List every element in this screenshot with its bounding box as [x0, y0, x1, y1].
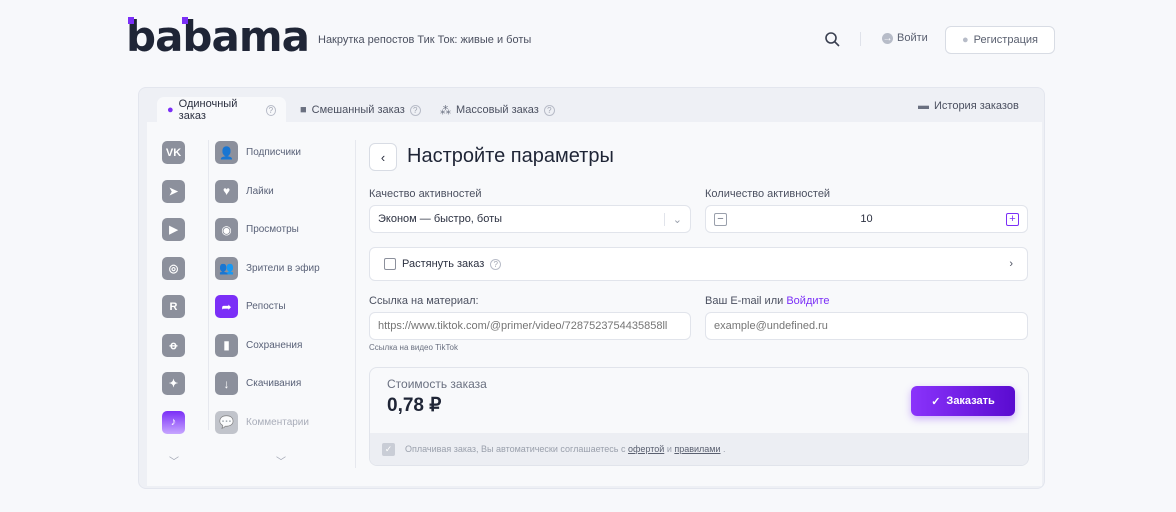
- rules-link[interactable]: правилами: [674, 444, 720, 454]
- plus-button[interactable]: +: [1006, 212, 1019, 226]
- telegram-icon[interactable]: ➤: [162, 179, 185, 203]
- cubes-icon: ⁂: [440, 104, 451, 117]
- comment-icon: 💬: [215, 410, 238, 434]
- email-input[interactable]: [705, 312, 1028, 340]
- help-icon[interactable]: ?: [543, 104, 555, 116]
- stretch-order-toggle[interactable]: Растянуть заказ? ›: [369, 247, 1028, 281]
- divider: [860, 32, 861, 46]
- heart-icon: ♥: [215, 179, 238, 203]
- history-icon: ▬: [918, 100, 929, 112]
- cost-value: 0,78 ₽: [387, 395, 442, 416]
- service-label: Просмотры: [246, 224, 299, 235]
- offer-link[interactable]: офертой: [628, 444, 664, 454]
- chevron-left-icon: ‹: [380, 149, 386, 165]
- service-item[interactable]: ♥ Лайки: [215, 179, 274, 203]
- service-label: Зрители в эфир: [246, 262, 320, 274]
- service-item[interactable]: ➦ Репосты: [215, 295, 286, 318]
- link-hint: Ссылка на видео TikTok: [369, 343, 458, 352]
- register-button[interactable]: ● Регистрация: [945, 26, 1055, 54]
- help-icon[interactable]: ?: [409, 104, 421, 116]
- logo[interactable]: babama: [126, 12, 310, 61]
- tab-single-order[interactable]: ● Одиночный заказ?: [157, 97, 286, 123]
- download-icon: ↓: [215, 372, 238, 395]
- instagram-icon[interactable]: ◎: [162, 256, 185, 280]
- minus-button[interactable]: −: [714, 212, 727, 226]
- youtube-icon[interactable]: ▶: [162, 218, 185, 241]
- networks-more-chevron-icon[interactable]: ﹀: [169, 453, 179, 468]
- tab-mixed-order[interactable]: ■ Смешанный заказ?: [290, 97, 431, 123]
- service-label: Комментарии: [246, 416, 309, 428]
- service-item[interactable]: 👤 Подписчики: [215, 141, 301, 164]
- vk-icon[interactable]: VK: [162, 141, 185, 164]
- cost-label: Стоимость заказа: [387, 377, 487, 391]
- users-icon: 👥: [215, 256, 238, 280]
- agreement: ✓ Оплачивая заказ, Вы автоматически согла…: [370, 433, 1028, 465]
- login-button[interactable]: → Войти: [882, 32, 928, 44]
- email-label: Ваш E-mail или Войдите: [705, 295, 830, 307]
- order-history-link[interactable]: ▬ История заказов: [918, 100, 1019, 112]
- search-icon[interactable]: [824, 31, 840, 47]
- service-label: Сохранения: [246, 339, 303, 351]
- help-icon[interactable]: ?: [490, 258, 502, 270]
- quantity-label: Количество активностей: [705, 188, 831, 200]
- help-icon[interactable]: ?: [265, 104, 276, 116]
- service-item[interactable]: 👥 Зрители в эфир: [215, 256, 320, 280]
- cube-icon: ■: [300, 104, 307, 116]
- bookmark-icon: ▮: [215, 333, 238, 357]
- page-title: Настройте параметры: [407, 145, 614, 167]
- link-input[interactable]: [369, 312, 691, 340]
- quantity-stepper[interactable]: −10 +: [705, 205, 1028, 233]
- stretch-checkbox[interactable]: [384, 258, 396, 270]
- service-label: Скачивания: [246, 378, 302, 389]
- rutube-icon[interactable]: R: [162, 295, 185, 318]
- service-label: Лайки: [246, 185, 274, 197]
- tab-mass-order[interactable]: ⁂ Массовый заказ?: [430, 97, 565, 123]
- divider: [208, 140, 209, 430]
- login-icon: →: [882, 32, 893, 44]
- login-link[interactable]: Войдите: [786, 295, 829, 307]
- service-label: Подписчики: [246, 147, 302, 158]
- eye-icon: ◉: [215, 218, 238, 241]
- check-icon: ✓: [931, 395, 941, 408]
- quality-select[interactable]: Эконом — быстро, боты ⌄: [369, 205, 691, 233]
- agree-checkbox[interactable]: ✓: [382, 442, 395, 456]
- spark-icon[interactable]: ✦: [162, 372, 185, 395]
- services-more-chevron-icon[interactable]: ﹀: [276, 453, 286, 468]
- service-item[interactable]: 💬 Комментарии: [215, 410, 309, 434]
- flame-icon: ●: [167, 104, 174, 116]
- service-label: Репосты: [246, 301, 286, 312]
- quality-label: Качество активностей: [369, 188, 482, 200]
- link-label: Ссылка на материал:: [369, 295, 479, 307]
- back-button[interactable]: ‹: [369, 143, 397, 171]
- odnoklassniki-icon[interactable]: ꝋ: [162, 333, 185, 357]
- service-item[interactable]: ◉ Просмотры: [215, 218, 299, 241]
- chevron-down-icon: ⌄: [663, 212, 682, 226]
- user-icon: ●: [962, 34, 969, 46]
- share-icon: ➦: [215, 295, 238, 318]
- service-item[interactable]: ▮ Сохранения: [215, 333, 303, 357]
- service-item[interactable]: ↓ Скачивания: [215, 372, 301, 395]
- order-button[interactable]: ✓ Заказать: [911, 386, 1015, 416]
- user-plus-icon: 👤: [215, 141, 238, 164]
- tagline: Накрутка репостов Тик Ток: живые и боты: [318, 34, 532, 46]
- divider: [355, 140, 356, 468]
- order-cost-box: Стоимость заказа 0,78 ₽ ✓ Заказать ✓ Оплач…: [369, 367, 1029, 466]
- tiktok-icon[interactable]: ♪: [162, 410, 185, 434]
- chevron-right-icon: ›: [1009, 258, 1013, 270]
